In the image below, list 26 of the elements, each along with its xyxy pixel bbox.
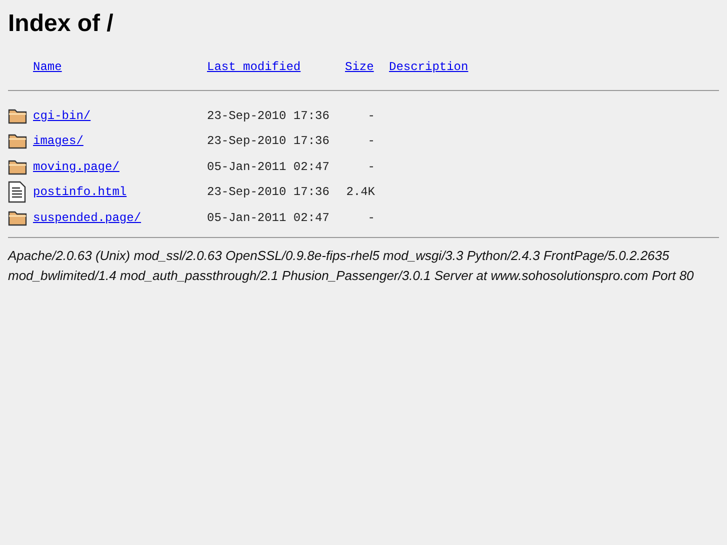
modified-date: 23-Sep-2010 17:36 — [207, 134, 330, 148]
page-heading: Index of / — [8, 9, 114, 39]
folder-icon — [8, 106, 28, 125]
modified-date: 05-Jan-2011 02:47 — [207, 210, 330, 225]
modified-date: 05-Jan-2011 02:47 — [207, 160, 330, 174]
file-size: - — [366, 160, 376, 174]
file-size: - — [366, 210, 376, 225]
modified-date: 23-Sep-2010 17:36 — [207, 185, 330, 200]
document-icon — [8, 181, 26, 204]
folder-icon — [8, 208, 28, 227]
column-sort-link[interactable]: Last modified — [207, 60, 301, 84]
column-sort-link[interactable]: Description — [389, 60, 468, 84]
folder-link[interactable]: moving.page/ — [33, 160, 120, 174]
column-sort-link[interactable]: Size — [345, 60, 374, 84]
file-link[interactable]: postinfo.html — [33, 185, 127, 200]
file-size: - — [366, 134, 376, 148]
server-signature: Apache/2.0.63 (Unix) mod_ssl/2.0.63 OpenSSL/0.9.8e-fips-rhel5 mod_wsgi/3.3 Python/2.4.3 FrontPage/5.0.2.2635 mod_bwlimited/1.4 mod_auth_passthrough/2.1 Phusion_Passenger/3.0.1 Server at www.sohosolutionspro.com Port 80 — [8, 246, 695, 285]
folder-link[interactable]: suspended.page/ — [33, 210, 142, 225]
column-sort-link[interactable]: Name — [33, 60, 62, 84]
folder-link[interactable]: images/ — [33, 134, 84, 148]
file-size: - — [366, 108, 376, 123]
folder-link[interactable]: cgi-bin/ — [33, 108, 91, 123]
folder-icon — [8, 158, 28, 176]
file-size: 2.4K — [345, 185, 376, 200]
modified-date: 23-Sep-2010 17:36 — [207, 108, 330, 123]
folder-icon — [8, 132, 28, 150]
